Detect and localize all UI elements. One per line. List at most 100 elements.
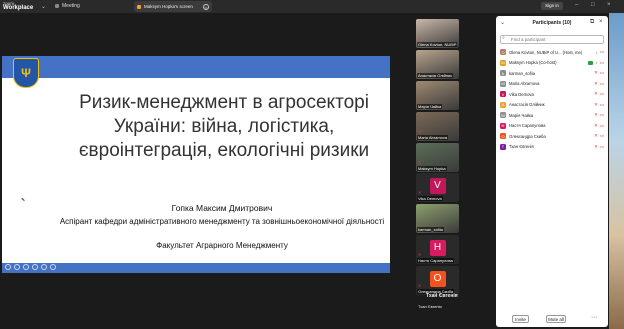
participant-tile-name: Марія Чайка xyxy=(417,104,443,109)
participant-status-icons: ✕ ▭ xyxy=(594,102,604,108)
close-icon[interactable]: × xyxy=(203,3,209,10)
participant-row[interactable]: Т Тхан Євгенія ✕ ▭ xyxy=(500,142,604,153)
participant-tile[interactable]: ✕ karman_sofiia xyxy=(416,204,459,233)
mic-muted-icon[interactable]: ✕ xyxy=(594,70,598,76)
chevron-down-icon[interactable]: ⌄ xyxy=(41,3,46,10)
meeting-icon xyxy=(55,4,59,8)
mic-on-icon[interactable]: ♪ xyxy=(595,50,597,55)
participant-status-icons: ✕ ▭ xyxy=(594,70,604,76)
mic-muted-icon[interactable]: ✕ xyxy=(594,144,598,150)
participant-name: Vika Demova xyxy=(509,91,534,97)
video-off-icon[interactable]: ▭ xyxy=(600,81,604,87)
avatar: О xyxy=(429,270,446,287)
video-off-icon[interactable]: ▭ xyxy=(600,49,604,55)
video-off-icon[interactable]: ▭ xyxy=(600,123,604,129)
avatar: M xyxy=(500,80,506,87)
sign-in-button[interactable]: Sign in xyxy=(541,2,563,10)
meeting-tab[interactable]: Meeting xyxy=(55,3,80,9)
participant-tile-name: Анастасія Олійник xyxy=(417,73,453,78)
search-input[interactable]: Find a participant xyxy=(500,35,604,44)
pen-icon[interactable] xyxy=(23,264,29,270)
slide-toolbar xyxy=(5,264,56,270)
invite-button[interactable]: Invite xyxy=(512,315,529,323)
zoom-logo: zoom Workplace xyxy=(3,1,33,11)
logo-line2: Workplace xyxy=(3,5,34,11)
mic-muted-icon[interactable]: ✕ xyxy=(594,102,598,108)
participant-row[interactable]: А Анастасія Олійник ✕ ▭ xyxy=(500,100,604,111)
mic-muted-icon: ✕ xyxy=(418,98,422,103)
avatar: А xyxy=(500,101,506,108)
mic-on-icon[interactable]: ♪ xyxy=(595,60,597,65)
next-slide-icon[interactable] xyxy=(14,264,20,270)
participant-name: Настя Сарапулова xyxy=(509,123,546,129)
screen-share-tab[interactable]: Maksym Hopka's screen × xyxy=(134,1,212,12)
mic-muted-icon[interactable]: ✕ xyxy=(594,81,598,87)
participant-list: O Olena Kovtun, NUBiP of U... (Host, me) ♪… xyxy=(500,47,604,152)
video-off-icon[interactable]: ▭ xyxy=(600,144,604,150)
maximize-icon[interactable]: □ xyxy=(591,2,595,8)
video-off-icon[interactable]: ▭ xyxy=(600,60,604,66)
mute-all-button[interactable]: Mute all xyxy=(546,315,566,323)
participant-name: Maksym Hopka (Co-host) xyxy=(509,60,557,66)
screen-share-icon xyxy=(588,60,594,65)
close-window-icon[interactable]: × xyxy=(607,2,611,8)
participant-status-icons: ✕ ▭ xyxy=(594,91,604,97)
avatar: Н xyxy=(500,122,506,129)
participant-tile[interactable]: V ✕ Vika Demova xyxy=(416,173,459,202)
participant-tile[interactable]: О ✕ Олександра Скиба xyxy=(416,266,459,295)
video-off-icon[interactable]: ▭ xyxy=(600,70,604,76)
gallery-footer-name-small: Тхан Євгенія xyxy=(418,304,442,309)
more-options-icon[interactable]: ⋯ xyxy=(591,314,597,321)
avatar: M xyxy=(500,59,506,66)
video-off-icon[interactable]: ▭ xyxy=(600,91,604,97)
mic-muted-icon[interactable]: ✕ xyxy=(594,133,598,139)
participant-name: karman_sofiia xyxy=(509,70,536,76)
participant-row[interactable]: Н Настя Сарапулова ✕ ▭ xyxy=(500,121,604,132)
participant-row[interactable]: О Олександра Скиба ✕ ▭ xyxy=(500,131,604,142)
crest-glyph: Ψ xyxy=(21,66,31,80)
desktop-background xyxy=(609,13,624,329)
avatar: Т xyxy=(500,143,506,150)
participant-tile-name: Vika Demova xyxy=(417,196,443,201)
participant-tile[interactable]: ✕ Марія Чайка xyxy=(416,81,459,110)
title-bar: zoom Workplace ⌄ Meeting Maksym Hopka's … xyxy=(0,0,624,13)
participant-tile[interactable]: ✕ Анастасія Олійник xyxy=(416,50,459,79)
share-tab-label: Maksym Hopka's screen xyxy=(144,4,193,9)
video-off-icon[interactable]: ▭ xyxy=(600,133,604,139)
search-icon: ⌕ xyxy=(502,35,505,41)
participant-tile[interactable]: ✕ Olena Kovtun, NUBiP xyxy=(416,19,459,48)
slide-title: Ризик-менеджмент в агросекторі України: … xyxy=(78,92,370,161)
prev-slide-icon[interactable] xyxy=(5,264,11,270)
mic-muted-icon: ✕ xyxy=(418,36,422,41)
more-icon[interactable] xyxy=(50,264,56,270)
participant-name: Тхан Євгенія xyxy=(509,144,534,150)
participant-tile[interactable]: ✕ Maksym Hopka xyxy=(416,143,459,172)
close-icon[interactable]: × xyxy=(599,19,603,25)
cursor-icon: ⬉ xyxy=(21,197,26,203)
participant-row[interactable]: M Maria Abramova ✕ ▭ xyxy=(500,79,604,90)
video-off-icon[interactable]: ▭ xyxy=(600,102,604,108)
participant-row[interactable]: M Maksym Hopka (Co-host) ♪ ▭ xyxy=(500,58,604,69)
mic-muted-icon[interactable]: ✕ xyxy=(594,112,598,118)
mic-muted-icon[interactable]: ✕ xyxy=(594,91,598,97)
zoom-icon[interactable] xyxy=(41,264,47,270)
participants-panel: ⌄ Participants (10) ⧉ × Find a participa… xyxy=(496,16,608,327)
participant-name: Olena Kovtun, NUBiP of U... (Host, me) xyxy=(509,49,583,55)
popout-icon[interactable]: ⧉ xyxy=(590,19,594,26)
video-off-icon[interactable]: ▭ xyxy=(600,112,604,118)
meeting-label: Meeting xyxy=(62,3,80,9)
avatar: О xyxy=(500,133,506,140)
participant-tile[interactable]: Н ✕ Настя Сарапулова xyxy=(416,235,459,264)
mic-muted-icon[interactable]: ✕ xyxy=(594,123,598,129)
participant-tile[interactable]: ✕ Maria Abramova xyxy=(416,112,459,141)
avatar: Н xyxy=(429,239,446,256)
participant-status-icons: ✕ ▭ xyxy=(594,123,604,129)
avatar: М xyxy=(500,112,506,119)
participant-row[interactable]: k karman_sofiia ✕ ▭ xyxy=(500,68,604,79)
minimize-icon[interactable]: – xyxy=(575,2,578,8)
gallery-footer-name: Тхан Євгенія xyxy=(426,293,458,299)
participant-row[interactable]: O Olena Kovtun, NUBiP of U... (Host, me) ♪… xyxy=(500,47,604,58)
participant-row[interactable]: М Марія Чайка ✕ ▭ xyxy=(500,110,604,121)
grid-icon[interactable] xyxy=(32,264,38,270)
participant-row[interactable]: V Vika Demova ✕ ▭ xyxy=(500,89,604,100)
